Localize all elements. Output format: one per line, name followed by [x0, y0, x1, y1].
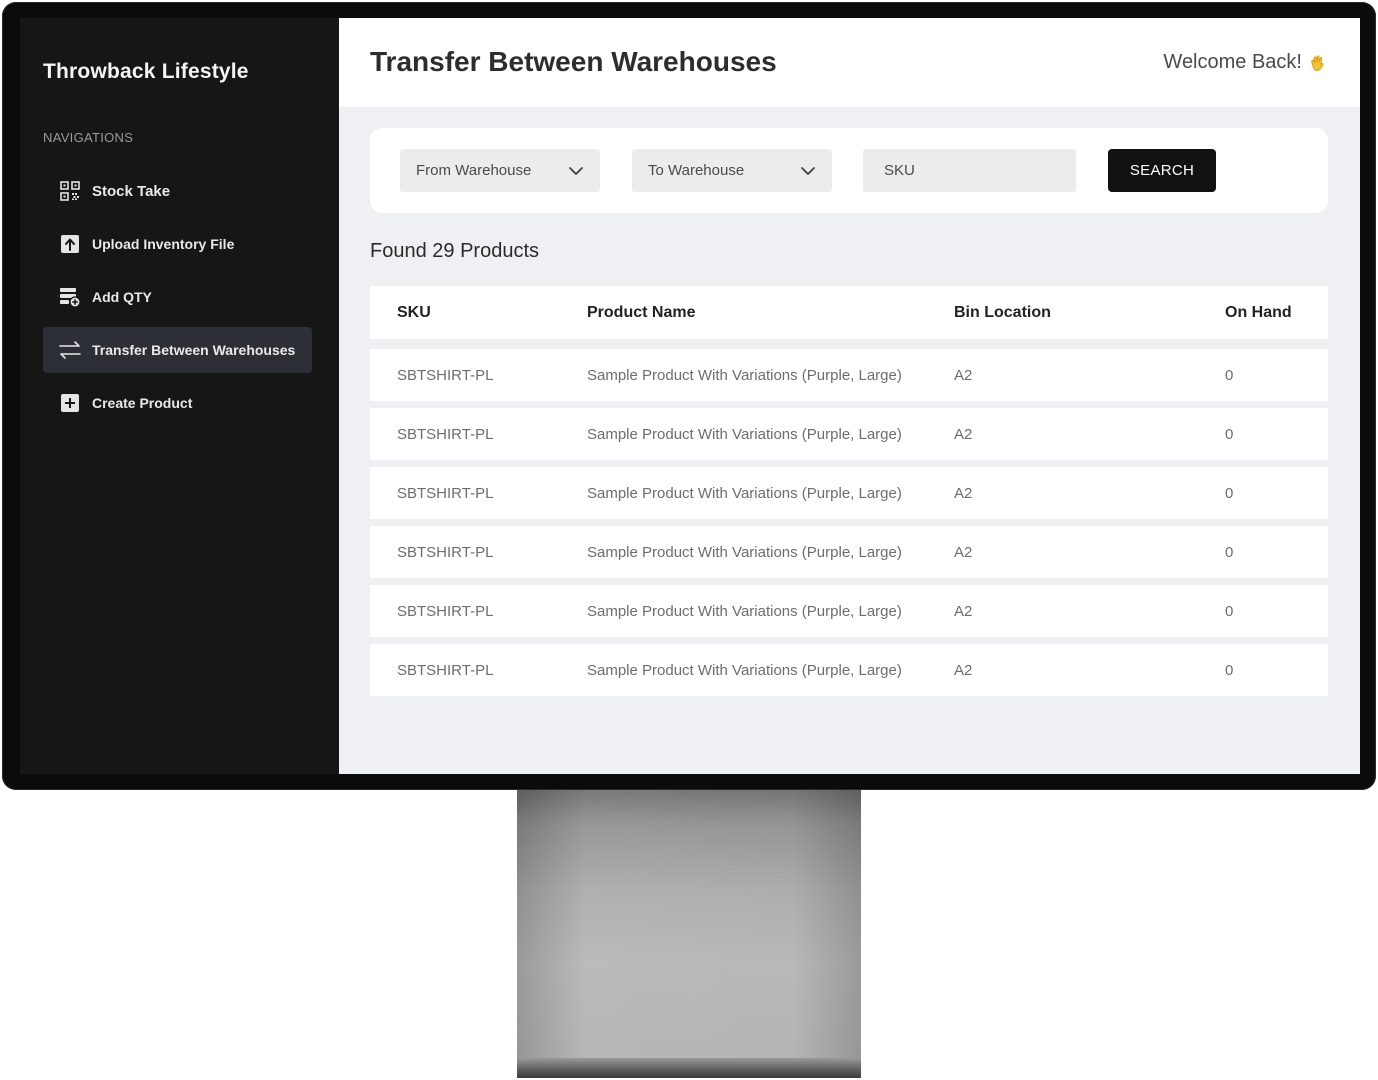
cell-bin-location: A2 — [954, 661, 973, 679]
cell-sku: SBTSHIRT-PL — [397, 366, 494, 384]
filter-card: From Warehouse To Warehouse SEARCH — [370, 128, 1328, 213]
welcome-message: Welcome Back! — [1163, 51, 1326, 74]
cell-sku: SBTSHIRT-PL — [397, 425, 494, 443]
nav-heading: NAVIGATIONS — [43, 130, 134, 145]
cell-sku: SBTSHIRT-PL — [397, 484, 494, 502]
chevron-down-icon — [569, 166, 583, 175]
cell-product-name: Sample Product With Variations (Purple, … — [587, 366, 902, 384]
sidebar-item-stock-take[interactable]: Stock Take — [43, 168, 312, 214]
brand-name: Throwback Lifestyle — [43, 60, 249, 83]
cell-product-name: Sample Product With Variations (Purple, … — [587, 425, 902, 443]
monitor-bezel: Throwback Lifestyle NAVIGATIONS Stock Ta… — [2, 2, 1376, 790]
plus-square-icon — [59, 392, 81, 414]
screen: Throwback Lifestyle NAVIGATIONS Stock Ta… — [20, 18, 1360, 774]
sidebar-item-label: Add QTY — [92, 289, 152, 305]
table-row[interactable]: SBTSHIRT-PL Sample Product With Variatio… — [370, 408, 1328, 460]
cell-on-hand: 0 — [1225, 484, 1234, 502]
sidebar-item-label: Upload Inventory File — [92, 236, 235, 252]
products-table: SKU Product Name Bin Location On Hand SB… — [370, 286, 1328, 703]
cell-product-name: Sample Product With Variations (Purple, … — [587, 602, 902, 620]
sidebar-item-label: Transfer Between Warehouses — [92, 342, 296, 358]
sidebar: Throwback Lifestyle NAVIGATIONS Stock Ta… — [20, 18, 339, 774]
column-header-bin-location: Bin Location — [954, 303, 1051, 321]
to-warehouse-select[interactable]: To Warehouse — [632, 149, 832, 192]
to-warehouse-value: To Warehouse — [648, 162, 745, 179]
table-header: SKU Product Name Bin Location On Hand — [370, 286, 1328, 339]
transfer-arrows-icon — [59, 339, 81, 361]
cell-sku: SBTSHIRT-PL — [397, 661, 494, 679]
sidebar-item-label: Create Product — [92, 395, 193, 411]
column-header-on-hand: On Hand — [1225, 303, 1292, 321]
chevron-down-icon — [801, 166, 815, 175]
sidebar-item-add-qty[interactable]: Add QTY — [43, 274, 312, 320]
table-row[interactable]: SBTSHIRT-PL Sample Product With Variatio… — [370, 644, 1328, 696]
cell-on-hand: 0 — [1225, 661, 1234, 679]
search-button[interactable]: SEARCH — [1108, 149, 1216, 192]
waving-hand-icon — [1311, 54, 1324, 71]
qr-code-icon — [59, 180, 81, 202]
cell-bin-location: A2 — [954, 484, 973, 502]
add-quantity-icon — [59, 286, 81, 308]
cell-bin-location: A2 — [954, 602, 973, 620]
cell-sku: SBTSHIRT-PL — [397, 602, 494, 620]
from-warehouse-select[interactable]: From Warehouse — [400, 149, 600, 192]
main-content: Transfer Between Warehouses Welcome Back… — [339, 18, 1360, 774]
upload-icon — [59, 233, 81, 255]
cell-on-hand: 0 — [1225, 543, 1234, 561]
cell-bin-location: A2 — [954, 543, 973, 561]
cell-bin-location: A2 — [954, 425, 973, 443]
table-row[interactable]: SBTSHIRT-PL Sample Product With Variatio… — [370, 349, 1328, 401]
from-warehouse-value: From Warehouse — [416, 162, 532, 179]
column-header-sku: SKU — [397, 303, 431, 321]
sidebar-item-label: Stock Take — [92, 182, 171, 200]
cell-sku: SBTSHIRT-PL — [397, 543, 494, 561]
table-row[interactable]: SBTSHIRT-PL Sample Product With Variatio… — [370, 585, 1328, 637]
welcome-text: Welcome Back! — [1163, 51, 1302, 73]
table-row[interactable]: SBTSHIRT-PL Sample Product With Variatio… — [370, 467, 1328, 519]
table-row[interactable]: SBTSHIRT-PL Sample Product With Variatio… — [370, 526, 1328, 578]
sidebar-item-transfer-warehouses[interactable]: Transfer Between Warehouses — [43, 327, 312, 373]
sidebar-item-create-product[interactable]: Create Product — [43, 380, 312, 426]
monitor-stand-base — [517, 1058, 861, 1078]
cell-on-hand: 0 — [1225, 366, 1234, 384]
top-bar: Transfer Between Warehouses Welcome Back… — [339, 18, 1360, 107]
results-summary: Found 29 Products — [370, 240, 539, 262]
column-header-product-name: Product Name — [587, 303, 696, 321]
cell-product-name: Sample Product With Variations (Purple, … — [587, 543, 902, 561]
cell-product-name: Sample Product With Variations (Purple, … — [587, 661, 902, 679]
monitor-stand — [517, 790, 861, 1077]
cell-bin-location: A2 — [954, 366, 973, 384]
cell-product-name: Sample Product With Variations (Purple, … — [587, 484, 902, 502]
page-title: Transfer Between Warehouses — [370, 46, 777, 77]
sku-input[interactable] — [863, 149, 1076, 192]
sidebar-item-upload-inventory[interactable]: Upload Inventory File — [43, 221, 312, 267]
cell-on-hand: 0 — [1225, 425, 1234, 443]
cell-on-hand: 0 — [1225, 602, 1234, 620]
